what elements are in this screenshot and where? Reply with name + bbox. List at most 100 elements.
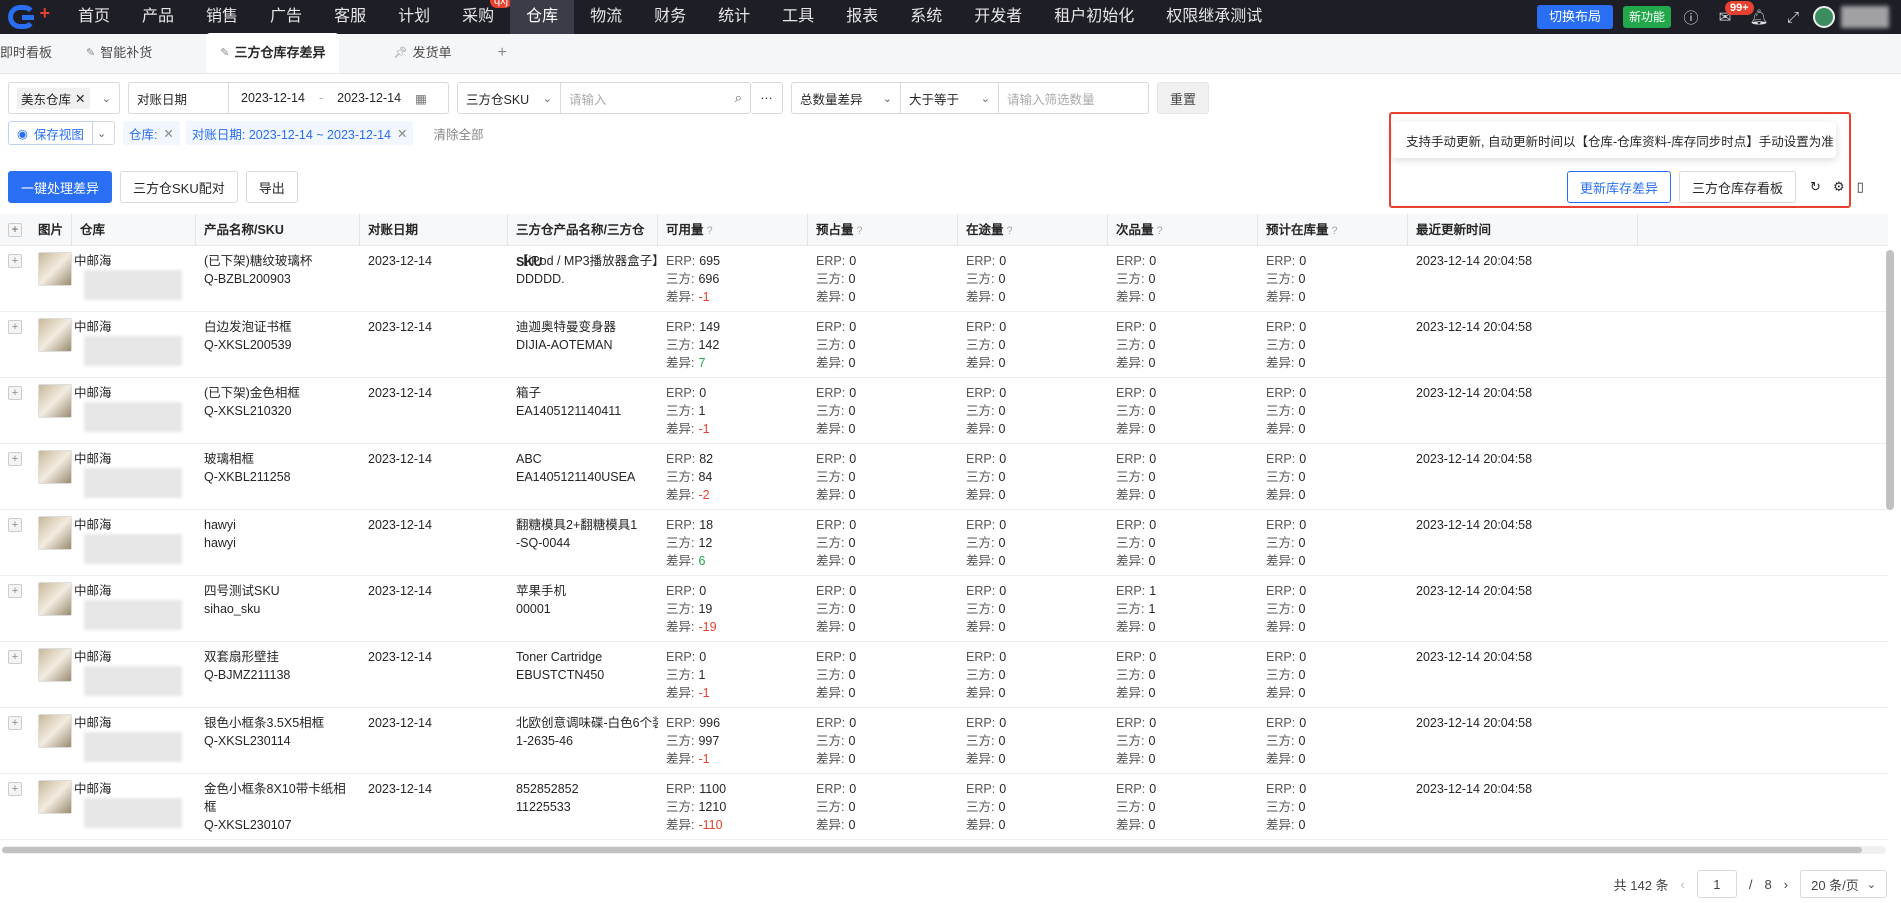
info-icon[interactable]: ⓘ (1677, 3, 1705, 31)
nav-item[interactable]: 租户初始化 (1038, 0, 1150, 34)
table-row[interactable]: + 中邮海 白边发泡证书框 Q-XKSL200539 2023-12-14 迪迦奥特曼变身… (0, 312, 1888, 378)
expand-all-icon[interactable]: + (8, 222, 22, 237)
date-type-select[interactable]: 对账日期 (128, 82, 228, 114)
nav-item[interactable]: 产品 (126, 0, 190, 34)
sku-pair-button[interactable]: 三方仓SKU配对 (120, 171, 238, 203)
settings-icon[interactable]: ⚙ (1826, 171, 1851, 203)
tab-dashboard[interactable]: 即时看板 (0, 33, 72, 73)
column-header[interactable]: 对账日期 (360, 214, 508, 246)
nav-item[interactable]: 工具 (766, 0, 830, 34)
qty-field-select[interactable]: 总数量差异 ⌄ (791, 82, 901, 114)
product-thumbnail[interactable] (38, 582, 72, 616)
nav-item[interactable]: 统计 (702, 0, 766, 34)
nav-item[interactable]: 系统 (894, 0, 958, 34)
help-icon[interactable]: ? (1157, 225, 1163, 237)
table-row[interactable]: + 中邮海 (已下架)金色相框 Q-XKSL210320 2023-12-14 箱子 EA1… (0, 378, 1888, 444)
nav-item[interactable]: 销售 (190, 0, 254, 34)
product-thumbnail[interactable] (38, 450, 72, 484)
nav-item[interactable]: 财务 (638, 0, 702, 34)
nav-item[interactable]: 首页 (62, 0, 126, 34)
export-button[interactable]: 导出 (245, 171, 298, 203)
filter-chip-warehouse[interactable]: 仓库: ✕ (122, 121, 180, 145)
product-thumbnail[interactable] (38, 318, 72, 352)
nav-item[interactable]: 广告 (254, 0, 318, 34)
product-thumbnail[interactable] (38, 516, 72, 550)
sku-type-select[interactable]: 三方仓SKU ⌄ (457, 82, 561, 114)
pushpin-icon[interactable]: 📌︎ (393, 33, 407, 73)
help-icon[interactable]: ? (707, 225, 713, 237)
expand-row-icon[interactable]: + (8, 254, 22, 268)
clear-all-link[interactable]: 清除全部 (433, 124, 483, 143)
column-header[interactable]: 预计在库量? (1258, 214, 1408, 246)
user-name-blurred[interactable] (1841, 6, 1889, 28)
tab-shipment[interactable]: 📌︎ 发货单 (379, 33, 465, 73)
page-input[interactable]: 1 (1696, 870, 1737, 898)
nav-item[interactable]: 权限继承测试 (1150, 0, 1278, 34)
bell-icon[interactable]: 🔔︎ (1745, 3, 1773, 31)
nav-item[interactable]: 采购 qxj (446, 0, 513, 34)
new-feature-button[interactable]: 新功能 (1622, 6, 1671, 28)
table-row[interactable]: + 中邮海 双套扇形壁挂 Q-BJMZ211138 2023-12-14 Toner Ca… (0, 642, 1888, 708)
table-row[interactable]: + 中邮海 玻璃相框 Q-XKBL211258 2023-12-14 ABC EA14051… (0, 444, 1888, 510)
close-icon[interactable]: ✕ (397, 126, 407, 141)
expand-row-icon[interactable]: + (8, 320, 22, 334)
column-header[interactable]: 可用量? (658, 214, 808, 246)
help-icon[interactable]: ? (857, 225, 863, 237)
column-header[interactable]: 仓库 (72, 214, 196, 246)
column-header[interactable]: 产品名称/SKU (196, 214, 360, 246)
column-header[interactable]: 次品量? (1108, 214, 1258, 246)
column-header[interactable]: 最近更新时间 (1408, 214, 1638, 246)
product-thumbnail[interactable] (38, 714, 72, 748)
expand-row-icon[interactable]: + (8, 386, 22, 400)
expand-row-icon[interactable]: + (8, 452, 22, 466)
search-icon[interactable]: ⌕ (735, 90, 742, 106)
switch-layout-button[interactable]: 切换布局 (1536, 5, 1613, 29)
column-header[interactable]: 图片 (30, 214, 72, 246)
next-page-icon[interactable]: › (1784, 877, 1788, 892)
save-view-dropdown[interactable]: ⌄ (92, 121, 115, 145)
tab-third-party-diff[interactable]: ✎ 三方仓库存差异 (206, 33, 340, 73)
date-range-picker[interactable]: 2023-12-14 - 2023-12-14 ▦ (228, 82, 449, 114)
table-row[interactable]: + 中邮海 hawyi hawyi 2023-12-14 翻糖模具2+翻糖模具1 -SQ-0… (0, 510, 1888, 576)
expand-row-icon[interactable]: + (8, 650, 22, 664)
process-diff-button[interactable]: 一键处理差异 (8, 171, 113, 203)
refresh-icon[interactable]: ↻ (1804, 171, 1827, 203)
nav-item[interactable]: 客服 (318, 0, 382, 34)
vertical-scrollbar[interactable] (1886, 250, 1894, 510)
column-header[interactable]: 三方仓产品名称/三方仓SKU (508, 214, 658, 269)
product-thumbnail[interactable] (38, 648, 72, 682)
expand-row-icon[interactable]: + (8, 584, 22, 598)
column-header[interactable]: 预占量? (808, 214, 958, 246)
close-icon[interactable]: ✕ (75, 91, 85, 106)
product-thumbnail[interactable] (38, 384, 72, 418)
save-view-button[interactable]: ◉ 保存视图 (8, 121, 93, 145)
app-logo[interactable]: + (0, 0, 62, 34)
more-options-button[interactable]: ··· (751, 82, 783, 114)
add-tab-icon[interactable]: + (479, 33, 524, 73)
filter-chip-date[interactable]: 对账日期: 2023-12-14 ~ 2023-12-14 ✕ (185, 121, 414, 145)
table-row[interactable]: + 中邮海 金色小框条8X10带卡纸相框 Q-XKSL230107 2023-12-14… (0, 774, 1888, 840)
expand-row-icon[interactable]: + (8, 518, 22, 532)
help-icon[interactable]: ? (1007, 225, 1013, 237)
page-size-select[interactable]: 20 条/页 ⌄ (1800, 870, 1887, 898)
fullscreen-icon[interactable]: ⤢ (1779, 3, 1807, 31)
pin-icon[interactable]: ✎ (220, 33, 229, 73)
help-icon[interactable]: ? (1332, 225, 1338, 237)
nav-item[interactable]: 报表 (830, 0, 894, 34)
prev-page-icon[interactable]: ‹ (1681, 877, 1685, 892)
expand-row-icon[interactable]: + (8, 782, 22, 796)
table-row[interactable]: + 中邮海 (已下架)糖纹玻璃杯 Q-BZBL200903 2023-12-14 【iPo… (0, 246, 1888, 312)
update-diff-button[interactable]: 更新库存差异 (1567, 171, 1672, 203)
tab-replenish[interactable]: ✎ 智能补货 (72, 33, 166, 73)
nav-item[interactable]: 物流 (574, 0, 638, 34)
column-header[interactable]: 在途量? (958, 214, 1108, 246)
avatar[interactable] (1813, 6, 1835, 28)
inventory-board-button[interactable]: 三方仓库存看板 (1679, 171, 1797, 203)
qty-input[interactable]: 请输入筛选数量 (999, 82, 1149, 114)
nav-item[interactable]: 开发者 (958, 0, 1038, 34)
warehouse-select[interactable]: 美东仓库 ✕ ⌄ (8, 82, 120, 114)
table-row[interactable]: + 中邮海 银色小框条3.5X5相框 Q-XKSL230114 2023-12-14 北欧… (0, 708, 1888, 774)
expand-row-icon[interactable]: + (8, 716, 22, 730)
pin-icon[interactable]: ✎ (86, 33, 95, 73)
message-icon[interactable]: ✉ 99+ (1711, 1, 1754, 31)
